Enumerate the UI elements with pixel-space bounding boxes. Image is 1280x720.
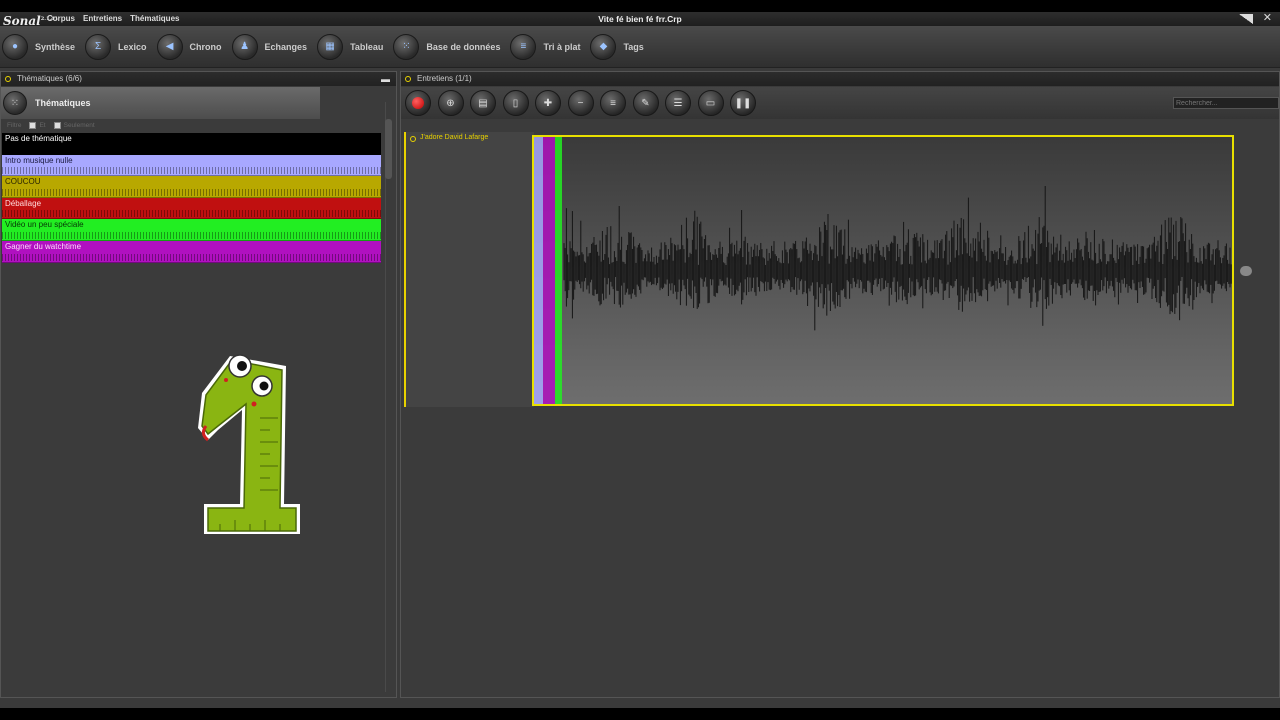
window-title: Vite fé bien fé frr.Crp [598,14,682,24]
panel-header: Entretiens (1/1) [401,72,1279,86]
add-interview-icon: ⊕ [446,97,455,109]
waveform-lines [563,185,1232,331]
record-icon [412,97,424,109]
segment-watchtime [543,137,555,404]
waveform-view[interactable] [532,135,1234,406]
synthesis-icon: ● [2,33,28,60]
filter-row: Filtre Et Seulement [7,122,95,129]
toolbar-label: Synthèse [35,41,76,52]
waveform [534,137,1232,404]
theme-row[interactable]: Pas de thématique [2,133,381,155]
panel-dot-icon [405,76,411,82]
thematiques-header-label: Thématiques [35,98,91,108]
theme-row[interactable]: COUCOU [2,176,381,198]
segment-intro [534,137,543,404]
document-icon: ▯ [512,97,519,109]
document-button[interactable]: ▯ [502,90,529,116]
panel-dot-icon [5,76,11,82]
toolbar-base-de-donnees[interactable]: ⁙ Base de données [393,33,501,60]
toolbar-label: Tableau [350,41,384,52]
sonal-window: Sonal2.1.41 Corpus Entretiens Thématique… [0,12,1280,708]
menu-thematiques[interactable]: Thématiques [130,14,179,23]
segment-video [555,137,562,404]
add-speaker-button[interactable]: ✚ [535,90,561,116]
people-icon: ♟ [231,33,258,60]
list-button[interactable]: ≡ [600,90,626,116]
theme-row[interactable]: Déballage [2,197,381,220]
menu-corpus[interactable]: Corpus [47,14,75,23]
main-toolbar: ● Synthèse Σ Lexico ◀ Chrono ♟ Echanges … [0,26,1280,68]
sigma-icon: Σ [85,33,112,60]
menu-bar: Corpus Entretiens Thématiques [47,14,179,23]
toolbar-label: Tags [623,41,644,52]
edit-button[interactable]: ✎ [632,90,659,116]
waveform-end-handle[interactable] [1240,266,1252,276]
interview-dot-icon [410,136,416,142]
toolbar-synthese[interactable]: ● Synthèse [2,33,76,60]
grid-icon: ⁙ [3,91,27,115]
close-icon[interactable]: ✕ [1263,13,1272,24]
scrollbar-track[interactable] [385,102,392,692]
table-icon: ▦ [317,33,344,60]
title-bar: Sonal2.1.41 Corpus Entretiens Thématique… [0,12,1280,28]
add-file-icon: ▤ [478,97,488,109]
theme-row[interactable]: Vidéo un peu spéciale [2,219,381,241]
edit-icon: ✎ [641,97,650,109]
remove-speaker-button[interactable]: − [567,90,594,116]
menu-entretiens[interactable]: Entretiens [83,14,122,23]
number-one-mascot [198,354,300,534]
tag-icon: ◆ [590,33,617,60]
theme-row[interactable]: Gagner du watchtime [2,240,381,263]
minimize-icon[interactable]: ▬ [381,72,390,86]
toolbar-label: Base de données [426,41,501,52]
toolbar-tags[interactable]: ◆ Tags [590,33,644,60]
pause-button[interactable]: ❚❚ [730,90,756,116]
filter-label: Filtre [7,122,22,130]
interview-row[interactable]: J'adore David Lafarge [404,132,534,407]
filter-only-checkbox[interactable]: Seulement [53,122,95,129]
sort-icon: ≡ [510,33,537,60]
toolbar-echanges[interactable]: ♟ Echanges [231,33,308,60]
toolbar-label: Tri à plat [543,41,581,52]
add-file-button[interactable]: ▤ [470,90,496,116]
pause-icon: ❚❚ [734,97,752,109]
toolbar-tableau[interactable]: ▦ Tableau [317,33,384,60]
toolbar-label: Echanges [264,41,308,52]
window-button[interactable]: ▭ [697,90,724,116]
remove-speaker-icon: − [577,97,584,109]
theme-row[interactable]: Intro musique nulle [2,154,381,177]
toolbar-label: Lexico [118,41,147,52]
timeline-icon: ☰ [673,97,683,109]
panel-header: Thématiques (6/6) ▬ [1,72,396,86]
scrollbar-thumb[interactable] [385,119,392,179]
search-input[interactable] [1173,97,1279,109]
window-icon: ▭ [705,97,716,109]
toolbar-lexico[interactable]: Σ Lexico [85,33,147,60]
toolbar-tri-a-plat[interactable]: ≡ Tri à plat [510,33,581,60]
list-icon: ≡ [610,97,616,109]
interview-name: J'adore David Lafarge [420,134,489,141]
resize-icon[interactable] [1238,13,1253,24]
panel-title: Entretiens (1/1) [417,74,472,83]
play-back-icon: ◀ [156,33,183,60]
record-button[interactable] [405,90,431,116]
theme-list: Pas de thématique Intro musique nulle CO… [2,133,381,263]
timeline-button[interactable]: ☰ [665,90,691,116]
window-controls: ✕ [1238,13,1272,24]
thematiques-header[interactable]: ⁙ Thématiques [1,87,320,119]
toolbar-chrono[interactable]: ◀ Chrono [156,33,222,60]
entretiens-panel: Entretiens (1/1) ⊕ ▤ ▯ ✚ − ≡ ✎ ☰ ▭ ❚❚ J'… [400,71,1280,698]
grid-icon: ⁙ [393,33,420,60]
add-speaker-icon: ✚ [543,97,553,109]
interview-toolbar: ⊕ ▤ ▯ ✚ − ≡ ✎ ☰ ▭ ❚❚ [401,87,1279,119]
add-interview-button[interactable]: ⊕ [437,90,464,116]
panel-title: Thématiques (6/6) [17,74,82,83]
filter-and-checkbox[interactable]: Et [29,122,46,129]
toolbar-label: Chrono [189,41,222,52]
